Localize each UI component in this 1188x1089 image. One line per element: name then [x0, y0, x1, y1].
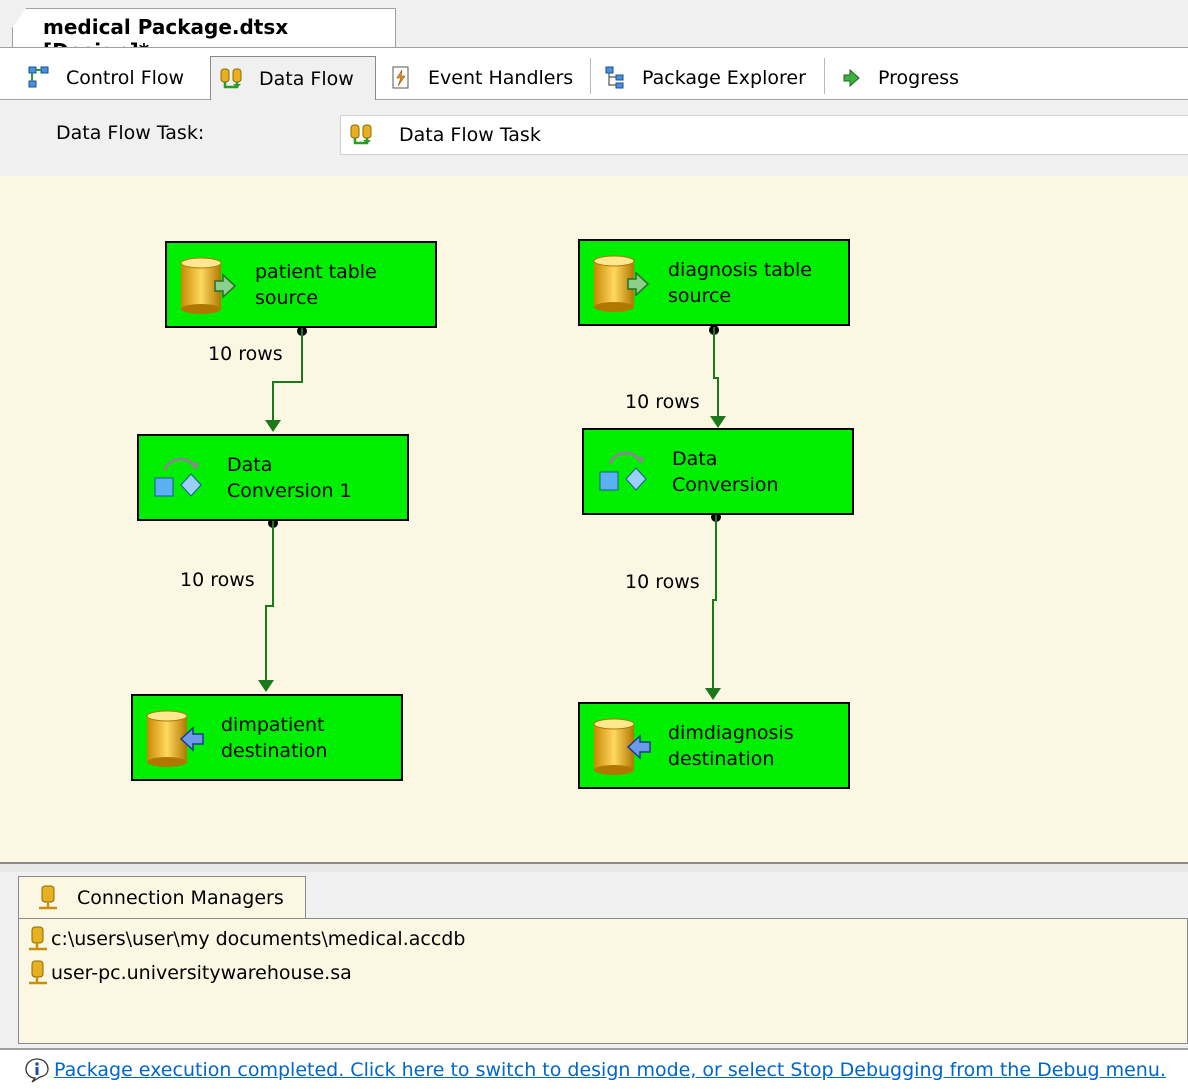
designer-tab-bar: Control Flow Data Flow Event Handlers Pa… — [0, 48, 1188, 100]
tab-package-explorer[interactable]: Package Explorer — [594, 56, 806, 100]
tab-label: Event Handlers — [428, 67, 574, 89]
data-path[interactable] — [705, 512, 721, 700]
tab-label: Data Flow — [259, 67, 354, 90]
connection-item-label: c:\users\user\my documents\medical.accdb — [51, 928, 466, 950]
connection-managers-list[interactable]: c:\users\user\my documents\medical.accdb… — [18, 918, 1188, 1044]
document-tab[interactable]: medical Package.dtsx [Design]* — [12, 8, 396, 48]
node-label: Data Conversion 1 — [227, 453, 352, 502]
node-label: dimpatient destination — [221, 713, 328, 762]
data-conversion-node[interactable]: Data Conversion — [582, 428, 854, 515]
tab-label: Progress — [878, 67, 960, 89]
tab-separator — [824, 58, 825, 94]
tab-event-handlers[interactable]: Event Handlers — [380, 56, 573, 100]
node-label: patient table source — [255, 260, 377, 309]
tab-separator — [590, 58, 591, 94]
design-canvas[interactable]: 10 rows 10 rows 10 rows 10 rows patient … — [0, 176, 1188, 862]
switch-to-design-mode-link[interactable]: Package execution completed. Click here … — [54, 1059, 1166, 1081]
tab-label: Package Explorer — [642, 67, 806, 89]
path-row-count: 10 rows — [625, 571, 700, 593]
node-label: Data Conversion — [672, 447, 779, 496]
patient-table-source-node[interactable]: patient table source — [165, 241, 437, 328]
connection-manager-icon — [27, 960, 49, 986]
path-row-count: 10 rows — [208, 343, 283, 365]
connection-manager-icon — [27, 926, 49, 952]
data-path[interactable] — [709, 325, 726, 428]
data-path[interactable] — [258, 518, 278, 692]
tab-control-flow[interactable]: Control Flow — [18, 56, 184, 100]
data-conversion-icon — [151, 448, 211, 508]
destination-database-icon — [592, 716, 652, 776]
connection-item-label: user-pc.universitywarehouse.sa — [51, 962, 352, 984]
panel-splitter[interactable] — [0, 862, 1188, 872]
connection-manager-icon — [35, 884, 61, 912]
data-flow-task-select[interactable]: Data Flow Task — [340, 115, 1188, 155]
connection-item[interactable]: user-pc.universitywarehouse.sa — [27, 959, 352, 987]
tab-label: Control Flow — [66, 67, 185, 89]
tab-connection-managers[interactable]: Connection Managers — [18, 876, 306, 918]
dimpatient-destination-node[interactable]: dimpatient destination — [131, 694, 403, 781]
connection-managers-panel: Connection Managers c:\users\user\my doc… — [10, 872, 1188, 1044]
destination-database-icon — [145, 708, 205, 768]
path-row-count: 10 rows — [625, 391, 700, 413]
path-row-count: 10 rows — [180, 569, 255, 591]
dimdiagnosis-destination-node[interactable]: dimdiagnosis destination — [578, 702, 850, 789]
info-icon — [24, 1057, 50, 1083]
progress-arrow-icon — [838, 65, 864, 91]
node-label: dimdiagnosis destination — [668, 721, 794, 770]
package-explorer-icon — [602, 65, 628, 91]
task-bar: Data Flow Task: Data Flow Task — [0, 100, 1188, 176]
data-path[interactable] — [265, 326, 307, 432]
document-tab-strip: medical Package.dtsx [Design]* — [0, 0, 1188, 48]
diagnosis-table-source-node[interactable]: diagnosis table source — [578, 239, 850, 326]
task-label: Data Flow Task: — [56, 122, 205, 144]
control-flow-icon — [26, 65, 52, 91]
data-flow-icon — [219, 66, 245, 92]
connection-item[interactable]: c:\users\user\my documents\medical.accdb — [27, 925, 465, 953]
node-label: diagnosis table source — [668, 258, 812, 307]
connection-managers-tab-label: Connection Managers — [77, 886, 284, 909]
event-handlers-icon — [388, 65, 414, 91]
data-flow-task-value: Data Flow Task — [399, 124, 541, 146]
data-conversion-icon — [596, 442, 656, 502]
data-flow-icon — [349, 122, 375, 148]
data-conversion-1-node[interactable]: Data Conversion 1 — [137, 434, 409, 521]
tab-data-flow[interactable]: Data Flow — [210, 56, 376, 100]
source-database-icon — [592, 253, 652, 313]
status-bar: Package execution completed. Click here … — [0, 1048, 1188, 1089]
source-database-icon — [179, 255, 239, 315]
tab-progress[interactable]: Progress — [830, 56, 959, 100]
